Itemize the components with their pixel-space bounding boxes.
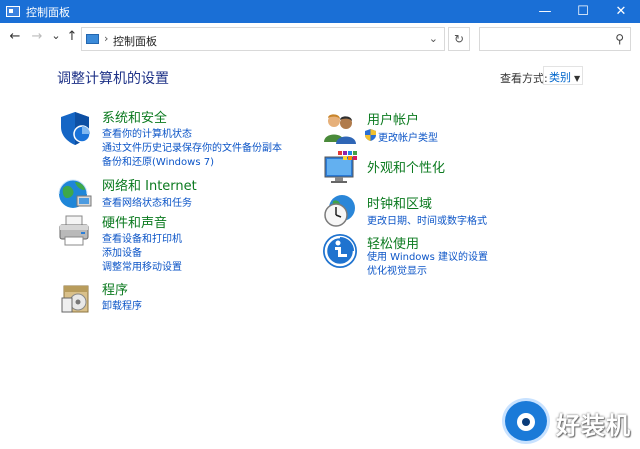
link-mobility-settings[interactable]: 调整常用移动设置 bbox=[102, 258, 182, 273]
category-title[interactable]: 用户帐户 bbox=[367, 109, 419, 128]
link-file-history[interactable]: 通过文件历史记录保存你的文件备份副本 bbox=[102, 139, 282, 154]
maximize-button[interactable]: ☐ bbox=[564, 0, 602, 23]
control-panel-icon bbox=[6, 6, 20, 17]
link-uninstall-program[interactable]: 卸载程序 bbox=[102, 297, 142, 312]
category-user-accounts: 用户帐户 更改帐户类型 bbox=[322, 110, 552, 146]
watermark-text: 好装机 bbox=[556, 412, 631, 440]
link-view-computer-status[interactable]: 查看你的计算机状态 bbox=[102, 125, 192, 140]
refresh-button[interactable]: ↻ bbox=[448, 27, 470, 51]
category-hardware-sound: 硬件和声音 查看设备和打印机 添加设备 调整常用移动设置 bbox=[57, 212, 317, 273]
watermark-logo-icon bbox=[502, 398, 550, 444]
link-add-device[interactable]: 添加设备 bbox=[102, 244, 142, 259]
link-backup-restore[interactable]: 备份和还原(Windows 7) bbox=[102, 153, 214, 168]
chevron-down-icon: ▼ bbox=[574, 74, 581, 83]
clock-globe-icon[interactable] bbox=[322, 193, 358, 229]
category-title[interactable]: 硬件和声音 bbox=[102, 212, 167, 231]
search-icon[interactable]: ⚲ bbox=[615, 32, 624, 46]
window-controls: — ☐ ✕ bbox=[526, 0, 640, 23]
address-bar[interactable]: › 控制面板 ⌄ bbox=[81, 27, 445, 51]
forward-button[interactable]: → bbox=[30, 29, 44, 44]
link-devices-printers[interactable]: 查看设备和打印机 bbox=[102, 230, 182, 245]
programs-icon[interactable] bbox=[60, 280, 96, 316]
view-by-dropdown[interactable]: 类别 ▼ bbox=[543, 66, 583, 85]
close-button[interactable]: ✕ bbox=[602, 0, 640, 23]
address-dropdown-button[interactable]: ⌄ bbox=[429, 32, 438, 45]
control-panel-folder-icon bbox=[86, 34, 99, 44]
search-input[interactable]: ⚲ bbox=[479, 27, 631, 51]
view-by-label: 查看方式: bbox=[500, 72, 548, 85]
breadcrumb-separator[interactable]: › bbox=[104, 32, 108, 45]
watermark: 好装机 bbox=[502, 398, 636, 444]
link-date-time-format[interactable]: 更改日期、时间或数字格式 bbox=[367, 212, 487, 227]
network-icon[interactable] bbox=[57, 176, 93, 212]
title-bar: 控制面板 — ☐ ✕ bbox=[0, 0, 640, 23]
link-change-account-type[interactable]: 更改帐户类型 bbox=[378, 129, 438, 144]
window-title: 控制面板 bbox=[26, 5, 70, 19]
uac-shield-icon bbox=[365, 129, 376, 141]
shield-icon[interactable] bbox=[57, 110, 93, 146]
category-network-internet: 网络和 Internet 查看网络状态和任务 bbox=[57, 176, 317, 212]
up-button[interactable]: ↑ bbox=[65, 29, 79, 44]
users-icon[interactable] bbox=[322, 110, 358, 146]
navigation-bar: ← → ⌄ ↑ › 控制面板 ⌄ ↻ ⚲ bbox=[0, 23, 640, 54]
appearance-icon[interactable] bbox=[322, 150, 358, 186]
printer-icon[interactable] bbox=[57, 213, 93, 249]
category-title[interactable]: 时钟和区域 bbox=[367, 193, 432, 212]
category-ease-of-access: 轻松使用 使用 Windows 建议的设置 优化视觉显示 bbox=[322, 233, 552, 277]
category-title[interactable]: 外观和个性化 bbox=[367, 157, 445, 176]
category-clock-region: 时钟和区域 更改日期、时间或数字格式 bbox=[322, 193, 552, 229]
category-system-security: 系统和安全 查看你的计算机状态 通过文件历史记录保存你的文件备份副本 备份和还原… bbox=[57, 107, 317, 168]
category-programs: 程序 卸载程序 bbox=[60, 280, 320, 316]
category-title[interactable]: 网络和 Internet bbox=[102, 175, 197, 194]
recent-locations-button[interactable]: ⌄ bbox=[49, 29, 63, 42]
category-appearance: 外观和个性化 bbox=[322, 150, 552, 186]
category-title[interactable]: 系统和安全 bbox=[102, 107, 167, 126]
minimize-button[interactable]: — bbox=[526, 0, 564, 23]
view-by-value: 类别 bbox=[549, 71, 571, 84]
link-network-status[interactable]: 查看网络状态和任务 bbox=[102, 194, 192, 209]
breadcrumb-control-panel[interactable]: 控制面板 bbox=[113, 33, 157, 49]
category-title[interactable]: 程序 bbox=[102, 279, 128, 298]
back-button[interactable]: ← bbox=[8, 29, 22, 44]
accessibility-icon[interactable] bbox=[322, 233, 358, 269]
page-title: 调整计算机的设置 bbox=[57, 71, 169, 87]
link-recommended-settings[interactable]: 使用 Windows 建议的设置 bbox=[367, 248, 488, 263]
link-optimize-display[interactable]: 优化视觉显示 bbox=[367, 262, 427, 277]
